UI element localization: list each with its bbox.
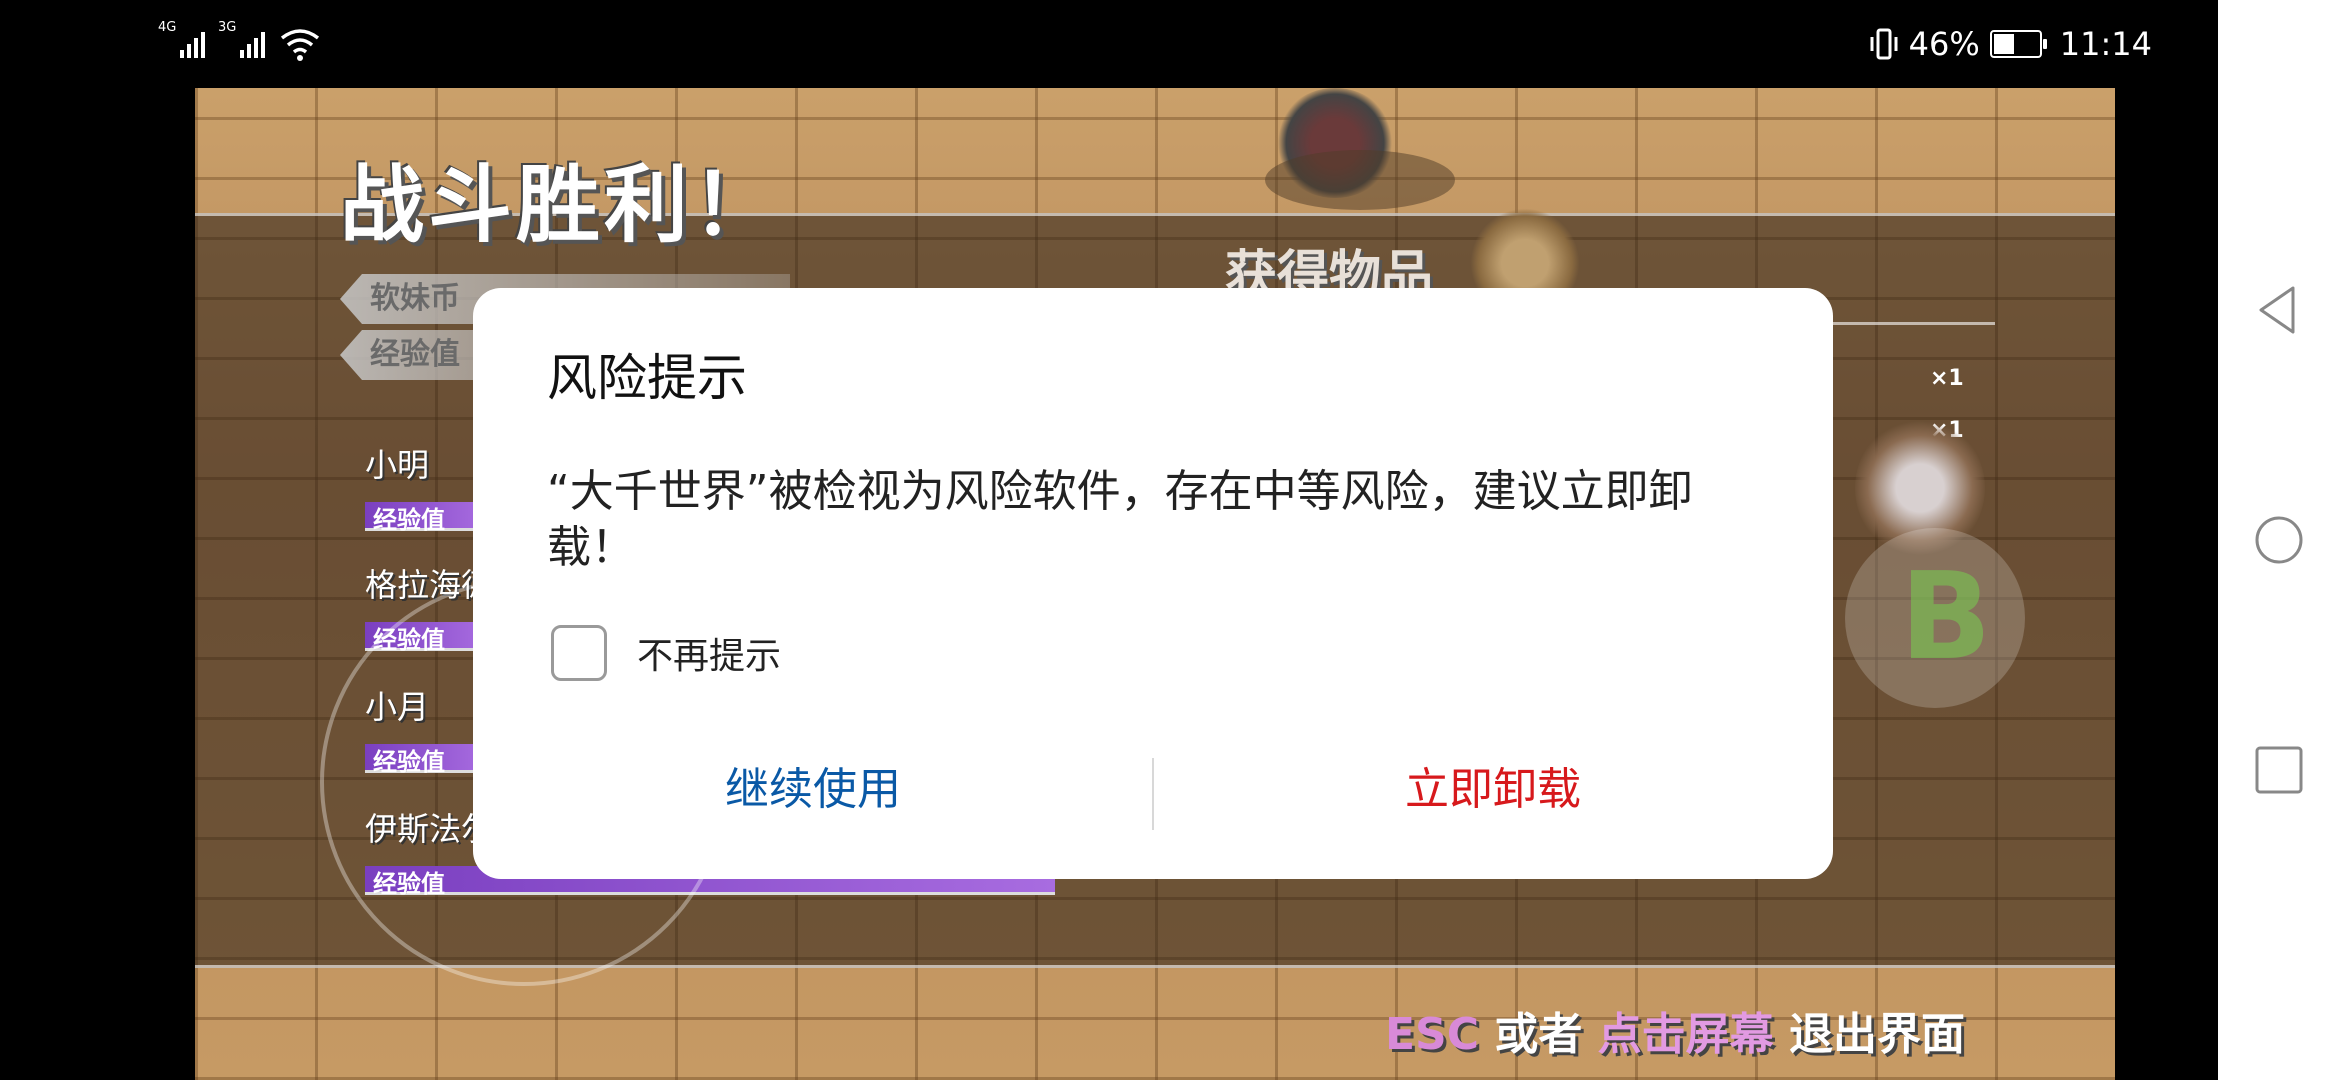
clock: 11:14 <box>2059 25 2152 63</box>
member-name: 小明 <box>365 446 430 484</box>
battery-percent: 46% <box>1908 25 1980 63</box>
uninstall-now-button[interactable]: 立即卸载 <box>1153 750 1833 830</box>
b-button-label: B <box>1900 548 1992 687</box>
cellular-signal-1-icon: 4G <box>158 20 205 58</box>
hero-shadow <box>1265 150 1455 210</box>
item-count: ×1 <box>1930 366 1964 391</box>
exit-hint-or: 或者 <box>1479 1009 1598 1060</box>
network-type-2: 3G <box>218 20 237 35</box>
dialog-message: “大千世界”被检视为风险软件，存在中等风险，建议立即卸载！ <box>547 466 1693 573</box>
recents-icon[interactable] <box>2253 744 2305 796</box>
vibrate-icon <box>1870 28 1898 60</box>
status-bar: 4G 3G 46% 11:14 <box>0 0 2218 88</box>
network-type-1: 4G <box>158 20 177 35</box>
dont-show-again-checkbox[interactable] <box>551 625 607 681</box>
victory-title: 战斗胜利！ <box>340 156 781 254</box>
home-icon[interactable] <box>2253 514 2305 566</box>
exp-bar-label: 经验值 <box>373 506 445 534</box>
exit-hint-esc: ESC <box>1384 1009 1480 1060</box>
exit-hint-rest: 退出界面 <box>1773 1009 1965 1060</box>
status-right: 46% 11:14 <box>1869 20 2152 68</box>
wifi-icon <box>280 29 320 61</box>
continue-using-button[interactable]: 继续使用 <box>473 750 1153 830</box>
dont-show-again-row[interactable]: 不再提示 <box>551 622 781 684</box>
dont-show-again-label[interactable]: 不再提示 <box>637 627 781 679</box>
navigation-bar <box>2218 0 2340 1080</box>
exit-hint: ESC 或者 点击屏幕 退出界面 <box>1385 998 1965 1062</box>
exit-hint-tap: 点击屏幕 <box>1597 1009 1774 1060</box>
dialog-title: 风险提示 <box>547 349 747 407</box>
cellular-signal-2-icon: 3G <box>218 20 265 58</box>
risk-dialog: 风险提示 “大千世界”被检视为风险软件，存在中等风险，建议立即卸载！ 不再提示 … <box>473 288 1833 879</box>
battery-icon <box>1989 30 2047 58</box>
b-button[interactable]: B <box>1845 528 2025 708</box>
back-icon[interactable] <box>2253 284 2305 336</box>
